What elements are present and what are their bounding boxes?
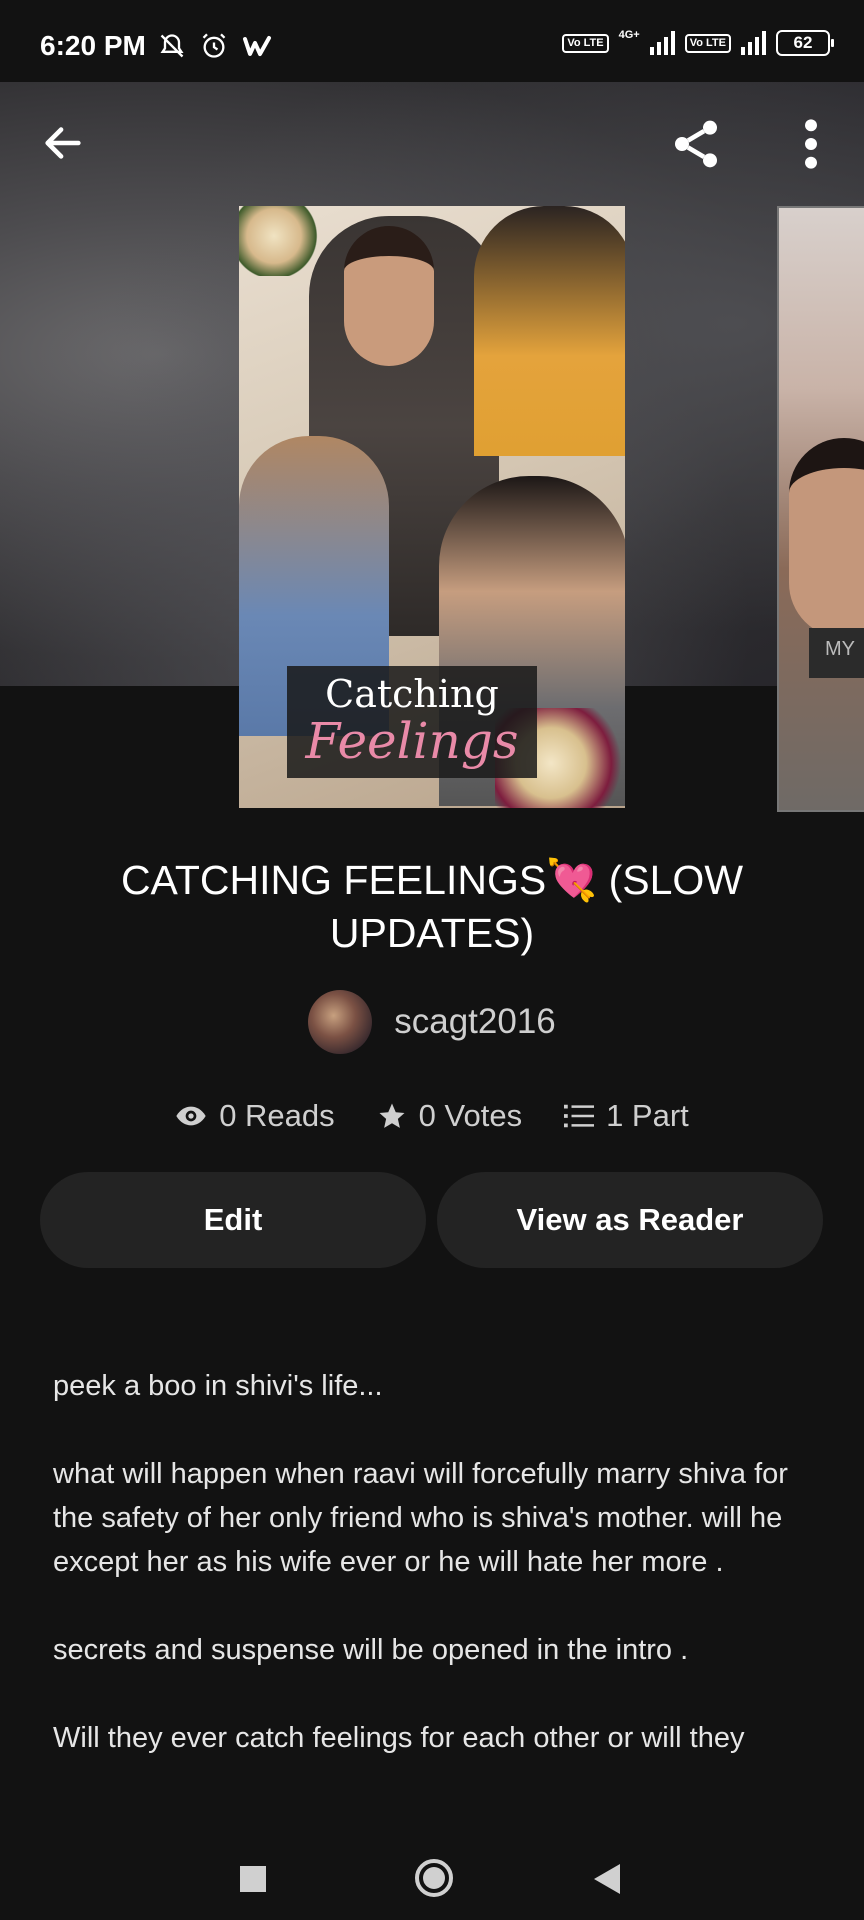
cover-title-line1: Catching bbox=[325, 672, 499, 716]
story-stats: 0 Reads 0 Votes 1 Part bbox=[0, 1098, 864, 1134]
next-story-cover[interactable]: MY bbox=[777, 206, 864, 812]
parts-stat: 1 Part bbox=[564, 1098, 689, 1134]
status-bar: 6:20 PM Vo LTE 4G+ Vo LTE 62 bbox=[0, 0, 864, 82]
network-type: 4G+ bbox=[618, 29, 640, 41]
cover-title-box: Catching Feelings bbox=[287, 666, 537, 778]
cover-figure bbox=[789, 438, 864, 638]
more-vertical-icon[interactable] bbox=[796, 116, 826, 172]
votes-count: 0 Votes bbox=[418, 1098, 523, 1133]
star-icon bbox=[379, 1103, 405, 1128]
view-as-reader-button[interactable]: View as Reader bbox=[437, 1172, 823, 1268]
home-circle-icon[interactable] bbox=[414, 1858, 454, 1898]
description-paragraph: what will happen when raavi will forcefu… bbox=[53, 1458, 788, 1578]
description-paragraph: Will they ever catch feelings for each o… bbox=[53, 1722, 745, 1754]
status-left-icons bbox=[158, 32, 272, 60]
cover-figure-head bbox=[344, 226, 434, 366]
eye-icon bbox=[176, 1106, 206, 1126]
signal-icon-1 bbox=[649, 31, 675, 55]
votes-stat: 0 Votes bbox=[377, 1098, 522, 1134]
avatar[interactable] bbox=[308, 990, 373, 1054]
recents-square-icon[interactable] bbox=[240, 1866, 266, 1892]
status-time: 6:20 PM bbox=[40, 30, 146, 61]
parts-count: 1 Part bbox=[606, 1098, 689, 1133]
edit-button[interactable]: Edit bbox=[40, 1172, 426, 1268]
list-icon bbox=[564, 1104, 595, 1128]
status-right-icons: Vo LTE 4G+ Vo LTE 62 bbox=[562, 29, 834, 56]
story-description: peek a boo in shivi's life... what will … bbox=[53, 1364, 823, 1804]
back-arrow-icon[interactable] bbox=[40, 120, 86, 166]
reads-count: 0 Reads bbox=[219, 1098, 335, 1133]
story-title: CATCHING FEELINGS💘 (SLOW UPDATES) bbox=[120, 857, 744, 956]
wattpad-icon bbox=[243, 36, 271, 56]
cover-title-line2: Feelings bbox=[305, 712, 519, 770]
cover-figure bbox=[474, 206, 625, 456]
author-row[interactable]: scagt2016 bbox=[0, 990, 864, 1054]
back-triangle-icon[interactable] bbox=[592, 1862, 622, 1896]
battery-icon: 62 bbox=[776, 30, 834, 56]
description-paragraph: secrets and suspense will be opened in t… bbox=[53, 1634, 689, 1666]
volte-badge-1: Vo LTE bbox=[562, 33, 609, 53]
cover-flower bbox=[239, 206, 319, 276]
description-paragraph: peek a boo in shivi's life... bbox=[53, 1370, 383, 1402]
system-nav-bar bbox=[0, 1812, 864, 1920]
author-name[interactable]: scagt2016 bbox=[394, 1002, 556, 1042]
signal-icon-2 bbox=[741, 31, 766, 55]
next-cover-label: MY bbox=[809, 628, 864, 678]
alarm-icon bbox=[202, 33, 226, 58]
bell-off-icon bbox=[160, 34, 184, 58]
volte-badge-2: Vo LTE bbox=[684, 33, 731, 53]
reads-stat: 0 Reads bbox=[175, 1098, 335, 1134]
share-icon[interactable] bbox=[668, 116, 724, 172]
story-cover[interactable]: Catching Feelings bbox=[239, 206, 625, 808]
